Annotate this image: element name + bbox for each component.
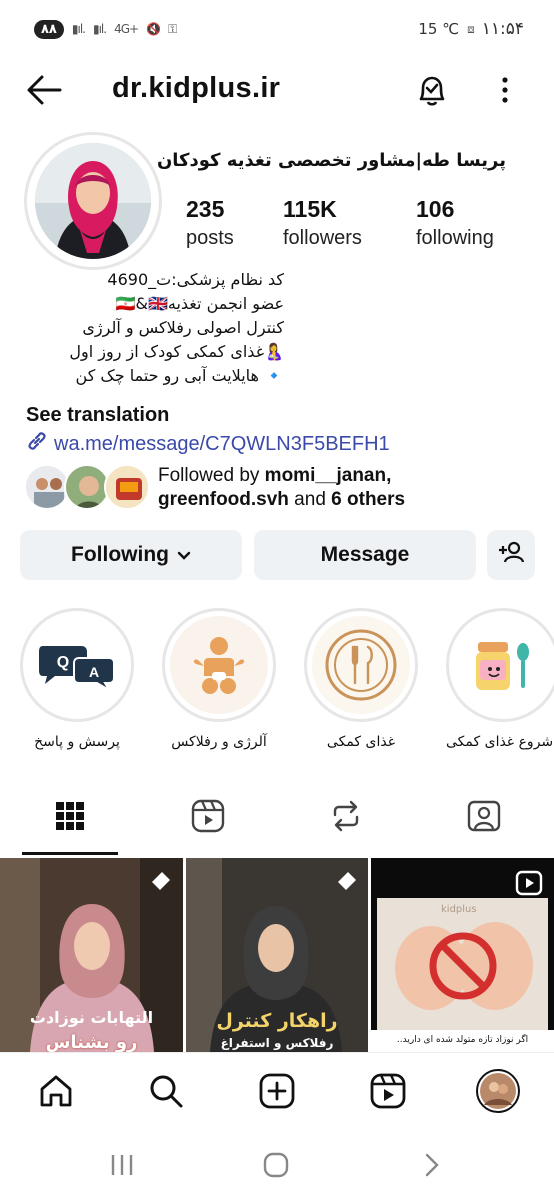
avatar-photo bbox=[35, 143, 151, 259]
qa-bubbles-icon: Q A bbox=[28, 616, 126, 714]
highlight-complementary-food[interactable]: غذای کمکی bbox=[302, 608, 420, 750]
highlight-ring bbox=[304, 608, 418, 722]
screenshot-icon: ⧈ bbox=[467, 21, 475, 36]
active-tab-indicator bbox=[22, 852, 118, 855]
profile-full-name: پریسا طه|مشاور تخصصی تغذیه کودکان bbox=[156, 150, 506, 171]
highlight-starting-food[interactable]: شروع غذای کمکی bbox=[446, 608, 554, 750]
key-icon: ⚿ bbox=[168, 21, 177, 36]
baby-food-jar-icon bbox=[454, 616, 552, 714]
bio-line: 🤱غذای کمکی کودک از روز اول bbox=[69, 342, 284, 361]
svg-text:Q: Q bbox=[57, 654, 69, 671]
posts-value: 235 bbox=[186, 196, 225, 222]
followed-by-text: Followed by momi__janan, greenfood.svh a… bbox=[158, 465, 406, 510]
profile-header: dr.kidplus.ir bbox=[0, 62, 554, 118]
plate-cutlery-icon bbox=[312, 616, 410, 714]
grid-icon bbox=[55, 801, 85, 835]
system-navigation-bar bbox=[0, 1128, 554, 1200]
posts-label: posts bbox=[186, 227, 234, 249]
highlight-ring bbox=[446, 608, 554, 722]
link-icon bbox=[26, 430, 48, 458]
following-value: 106 bbox=[416, 196, 455, 222]
highlight-ring bbox=[162, 608, 276, 722]
following-button[interactable]: Following bbox=[20, 530, 242, 580]
highlight-allergy-reflux[interactable]: آلرژی و رفلاکس bbox=[160, 608, 278, 750]
svg-text:A: A bbox=[89, 664, 99, 680]
back-button-icon[interactable] bbox=[412, 1150, 452, 1180]
tab-tagged[interactable] bbox=[444, 790, 524, 846]
posts-grid: التهابات نوزادت رو بشناس راهکار کنترل رف… bbox=[0, 858, 554, 1052]
weather-text: 15 ℃ bbox=[418, 20, 460, 38]
profile-nav-avatar[interactable] bbox=[476, 1069, 520, 1113]
status-bar: ۸۸ ▮ıl. ▮ıl. 4G+ 🔇 ⚿ 15 ℃ ⧈ ۱۱:۵۴ bbox=[0, 0, 554, 58]
followed-by[interactable]: Followed by momi__janan, greenfood.svh a… bbox=[24, 460, 544, 516]
clock: ۱۱:۵۴ bbox=[481, 19, 524, 39]
profile-avatar[interactable] bbox=[24, 132, 162, 270]
followers-label: followers bbox=[283, 227, 362, 249]
following-count[interactable]: 106 following bbox=[416, 196, 494, 250]
highlight-qa[interactable]: Q A پرسش و پاسخ bbox=[18, 608, 136, 750]
following-label: following bbox=[416, 227, 494, 249]
highlight-label: آلرژی و رفلاکس bbox=[171, 734, 267, 750]
followers-value: 115K bbox=[283, 196, 337, 222]
posts-count[interactable]: 235 posts bbox=[186, 196, 234, 250]
message-button[interactable]: Message bbox=[254, 530, 476, 580]
post-watermark: kidplus bbox=[441, 904, 477, 915]
bio-line: عضو انجمن تغذیه🇮🇷&🇬🇧 bbox=[115, 294, 284, 313]
tab-reels[interactable] bbox=[168, 790, 248, 846]
battery-indicator: ۸۸ bbox=[34, 19, 64, 39]
signal-icon: ▮ıl. bbox=[71, 22, 86, 36]
back-arrow-icon[interactable] bbox=[22, 70, 66, 110]
highlight-ring: Q A bbox=[20, 608, 134, 722]
bio-line: کد نظام پزشکی:ت_4690 bbox=[107, 270, 284, 289]
network-label: 4G+ bbox=[114, 22, 139, 36]
see-translation-link[interactable]: See translation bbox=[26, 404, 169, 427]
bio-link[interactable]: wa.me/message/C7QWLN3F5BEFH1 bbox=[26, 430, 390, 458]
tab-reposts[interactable] bbox=[306, 790, 386, 846]
profile-tabs bbox=[0, 790, 554, 852]
post-caption: راهکار کنترل bbox=[216, 1010, 338, 1032]
bio-line: کنترل اصولی رفلاکس و آلرژی bbox=[82, 318, 284, 337]
highlight-label: پرسش و پاسخ bbox=[34, 734, 120, 750]
following-button-label: Following bbox=[71, 543, 169, 566]
post-caption: اگر نوزاد تازه متولد شده ای دارید.. bbox=[396, 1035, 529, 1045]
add-user-button[interactable] bbox=[487, 530, 535, 580]
bio-link-text: wa.me/message/C7QWLN3F5BEFH1 bbox=[54, 432, 390, 455]
mute-icon: 🔇 bbox=[146, 22, 161, 36]
post-caption-2: رو بشناس bbox=[45, 1032, 138, 1052]
post-thumbnail[interactable]: kidplus اگر نوزاد تازه متولد شده ای داری… bbox=[371, 858, 554, 1052]
baby-icon bbox=[170, 616, 268, 714]
recent-apps-icon[interactable] bbox=[102, 1150, 142, 1180]
bottom-navigation bbox=[0, 1052, 554, 1128]
home-icon[interactable] bbox=[34, 1069, 78, 1113]
add-person-icon bbox=[497, 540, 525, 570]
post-thumbnail[interactable]: راهکار کنترل رفلاکس و استفراغ bbox=[186, 858, 368, 1052]
signal-icon-2: ▮ıl. bbox=[92, 22, 107, 36]
tab-posts-grid[interactable] bbox=[30, 790, 110, 846]
profile-username: dr.kidplus.ir bbox=[112, 72, 281, 104]
chevron-down-icon bbox=[177, 543, 191, 567]
highlight-label: غذای کمکی bbox=[326, 734, 396, 750]
notification-bell-icon[interactable] bbox=[410, 70, 454, 110]
post-caption-2: رفلاکس و استفراغ bbox=[220, 1036, 334, 1050]
tagged-icon bbox=[467, 799, 501, 837]
search-icon[interactable] bbox=[144, 1069, 188, 1113]
message-button-label: Message bbox=[320, 543, 410, 566]
bio-line: 🔹 هایلایت آبی رو حتما چک کن bbox=[75, 366, 284, 385]
followers-count[interactable]: 115K followers bbox=[283, 196, 362, 250]
highlight-label: شروع غذای کمکی bbox=[446, 734, 554, 750]
post-caption: التهابات نوزادت bbox=[29, 1008, 154, 1027]
home-button-icon[interactable] bbox=[256, 1150, 296, 1180]
reels-icon bbox=[191, 799, 225, 837]
reels-nav-icon[interactable] bbox=[366, 1069, 410, 1113]
post-thumbnail[interactable]: التهابات نوزادت رو بشناس bbox=[0, 858, 183, 1052]
follower-avatar bbox=[104, 464, 150, 510]
reposts-icon bbox=[329, 799, 363, 837]
more-options-icon[interactable] bbox=[494, 70, 516, 110]
profile-bio: کد نظام پزشکی:ت_4690 عضو انجمن تغذیه🇮🇷&🇬… bbox=[24, 268, 284, 388]
create-post-icon[interactable] bbox=[255, 1069, 299, 1113]
